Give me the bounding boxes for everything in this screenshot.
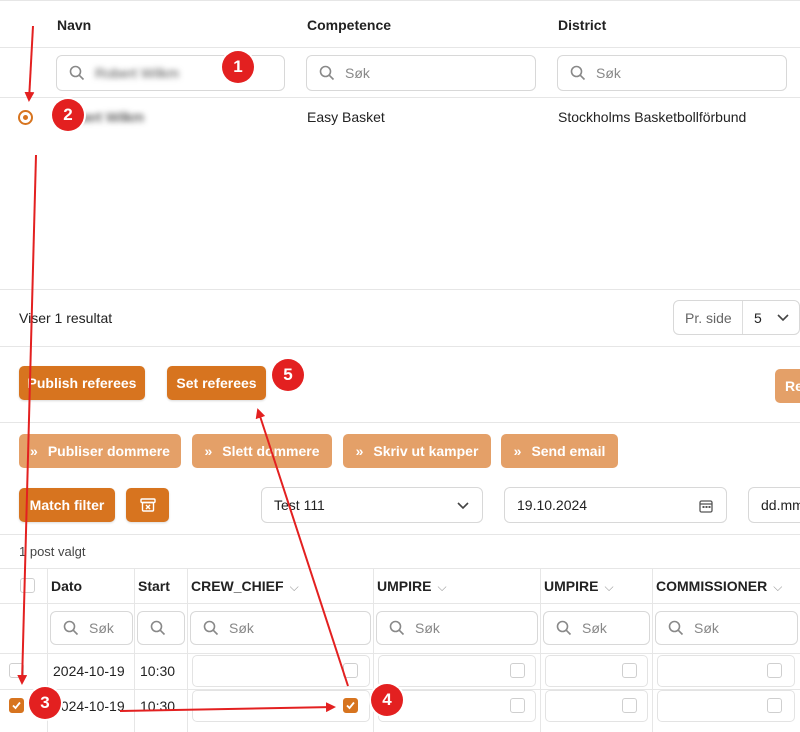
annotation-badge-2: 2 xyxy=(52,99,84,131)
annotation-badge-3: 3 xyxy=(29,687,61,719)
arrow-to-radio xyxy=(24,25,35,102)
arrow-to-row-checkbox xyxy=(17,154,37,685)
annotation-badge-5: 5 xyxy=(272,359,304,391)
annotation-arrows xyxy=(17,25,349,713)
arrow-to-crew-checkbox xyxy=(119,702,336,713)
arrow-to-set-referees xyxy=(255,408,349,687)
annotation-badge-4: 4 xyxy=(371,684,403,716)
annotation-badge-1: 1 xyxy=(222,51,254,83)
